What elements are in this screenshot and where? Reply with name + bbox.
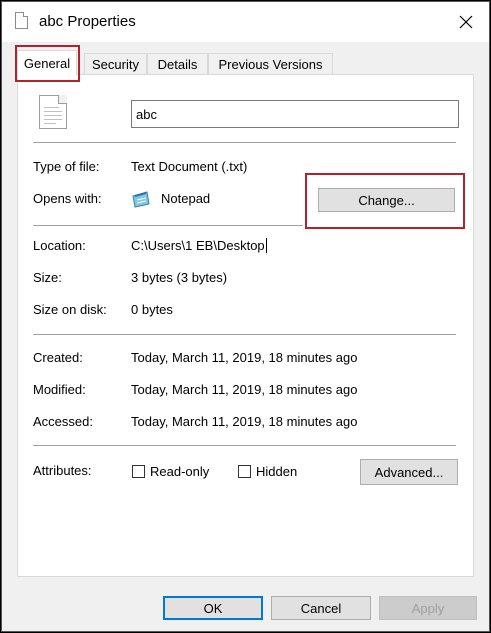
size-on-disk-value: 0 bytes: [131, 302, 173, 317]
created-label: Created:: [33, 350, 83, 365]
opens-with-label: Opens with:: [33, 191, 102, 206]
opens-with-value: Notepad: [161, 191, 211, 206]
attributes-label: Attributes:: [33, 463, 92, 478]
accessed-label: Accessed:: [33, 414, 93, 429]
ok-button[interactable]: OK: [163, 596, 263, 620]
general-panel: [17, 74, 474, 577]
change-button-highlight: [305, 173, 465, 229]
cancel-button[interactable]: Cancel: [271, 596, 371, 620]
size-label: Size:: [33, 270, 62, 285]
read-only-checkbox[interactable]: [132, 465, 145, 478]
location-label: Location:: [33, 238, 86, 253]
apply-button[interactable]: Apply: [379, 596, 477, 620]
hidden-checkbox[interactable]: [238, 465, 251, 478]
tab-details[interactable]: Details: [147, 53, 208, 74]
advanced-button[interactable]: Advanced...: [360, 459, 458, 485]
read-only-label: Read-only: [150, 464, 210, 479]
location-text: C:\Users\1 EB\Desktop: [131, 238, 265, 253]
created-value: Today, March 11, 2019, 18 minutes ago: [131, 350, 358, 365]
file-name-input[interactable]: [131, 100, 459, 128]
hidden-label: Hidden: [256, 464, 298, 479]
close-button[interactable]: [448, 6, 484, 38]
text-caret: [265, 238, 267, 253]
accessed-value: Today, March 11, 2019, 18 minutes ago: [131, 414, 358, 429]
separator: [33, 445, 456, 446]
title-bar: abc Properties: [2, 2, 489, 42]
size-on-disk-label: Size on disk:: [33, 302, 107, 317]
notepad-icon: [132, 191, 150, 208]
window-title: abc Properties: [39, 13, 136, 30]
modified-value: Today, March 11, 2019, 18 minutes ago: [131, 382, 358, 397]
tab-security[interactable]: Security: [84, 53, 147, 74]
close-icon: [459, 15, 473, 29]
general-tab-highlight: [15, 45, 80, 82]
text-file-icon: [15, 12, 28, 29]
type-of-file-value: Text Document (.txt): [131, 159, 248, 174]
properties-dialog: abc Properties General Security Details …: [0, 0, 491, 633]
separator: [33, 142, 456, 143]
separator: [33, 225, 303, 226]
text-document-icon: [39, 95, 67, 129]
type-of-file-label: Type of file:: [33, 159, 100, 174]
separator: [33, 334, 456, 335]
tab-previous-versions[interactable]: Previous Versions: [208, 53, 333, 74]
location-value[interactable]: C:\Users\1 EB\Desktop: [131, 238, 267, 253]
modified-label: Modified:: [33, 382, 86, 397]
size-value: 3 bytes (3 bytes): [131, 270, 228, 285]
